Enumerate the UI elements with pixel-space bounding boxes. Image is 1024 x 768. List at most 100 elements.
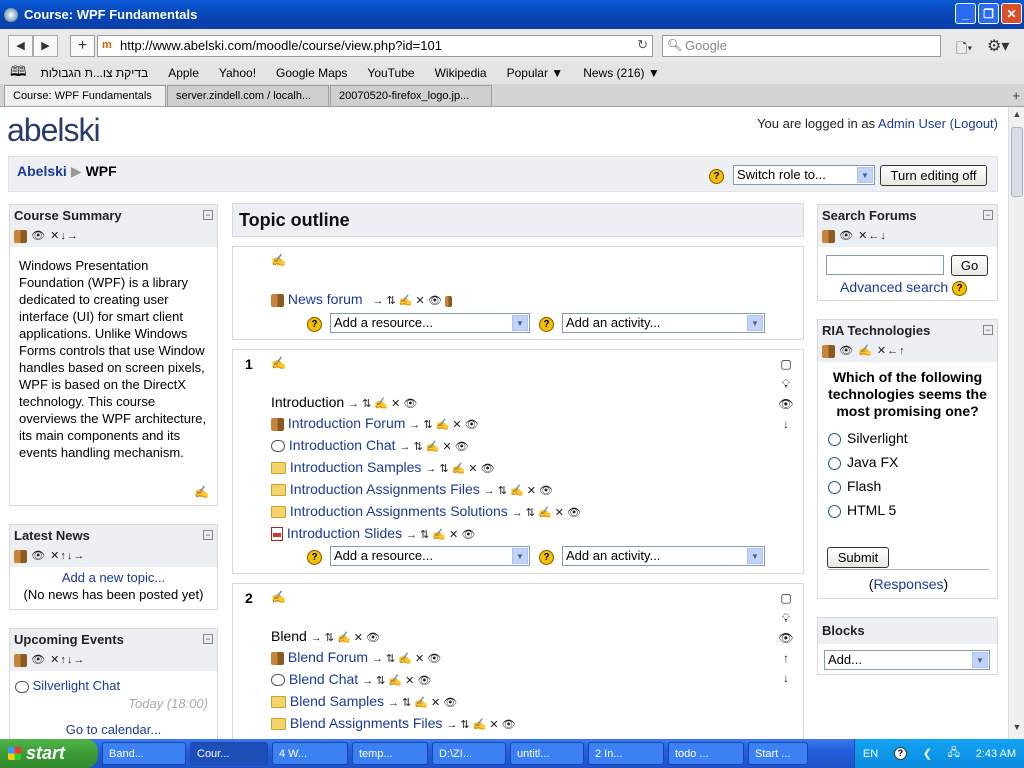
lightbulb-icon[interactable]: 💡︎: [777, 374, 795, 394]
resource-controls-icon[interactable]: → ⇅ ✍ ✕ 👁: [512, 506, 581, 519]
add-resource-select[interactable]: Add a resource... ▼: [330, 313, 530, 333]
activity-controls-icon[interactable]: → ⇅ ✍ ✕ 👁: [372, 652, 441, 665]
help-icon[interactable]: ?: [952, 280, 968, 296]
collapse-icon[interactable]: −: [983, 210, 993, 220]
restore-button[interactable]: ❐: [978, 3, 999, 24]
eye-icon[interactable]: 👁: [777, 394, 795, 414]
help-icon[interactable]: ?: [709, 169, 724, 184]
move-down-icon[interactable]: ↓: [777, 668, 795, 688]
resource-link[interactable]: Introduction Slides: [287, 525, 402, 541]
radio-icon[interactable]: [828, 432, 841, 446]
forum-search-input[interactable]: [826, 255, 944, 275]
gear-icon[interactable]: ⚙▾: [987, 36, 1009, 56]
help-icon[interactable]: ?: [539, 550, 554, 565]
poll-option[interactable]: Java FX: [828, 450, 997, 474]
new-tab-icon[interactable]: +: [1012, 88, 1020, 103]
bookmark-item[interactable]: בדיקת צו...ת הגבולות: [41, 66, 149, 80]
taskbar-item[interactable]: Cour...: [190, 742, 268, 765]
scroll-up-icon[interactable]: ▲: [1010, 109, 1024, 124]
edit-icon[interactable]: ✍: [194, 485, 209, 499]
collapse-icon[interactable]: −: [203, 530, 213, 540]
go-button[interactable]: Go: [951, 255, 988, 276]
move-down-icon[interactable]: ↓: [777, 414, 795, 434]
resource-link[interactable]: Introduction Samples: [290, 459, 422, 475]
help-tray-icon[interactable]: ?: [893, 747, 907, 760]
start-button[interactable]: start: [0, 739, 98, 768]
activity-link[interactable]: Introduction Chat: [289, 437, 396, 453]
collapse-icon[interactable]: −: [203, 210, 213, 220]
taskbar-item[interactable]: Start ...: [748, 742, 808, 765]
roles-icon[interactable]: [14, 229, 27, 243]
poll-option[interactable]: HTML 5: [828, 498, 997, 522]
bookmark-item[interactable]: Google Maps: [276, 66, 347, 80]
bookmark-item[interactable]: Yahoo!: [219, 66, 256, 80]
resource-link[interactable]: Introduction Assignments Solutions: [290, 503, 508, 519]
add-activity-select[interactable]: Add an activity... ▼: [562, 313, 765, 333]
resource-controls-icon[interactable]: → ⇅ ✍ ✕ 👁: [388, 696, 457, 709]
turn-editing-off-button[interactable]: Turn editing off: [880, 165, 987, 186]
resource-controls-icon[interactable]: → ⇅ ✍ ✕ 👁: [484, 484, 553, 497]
page-menu-icon[interactable]: 🗋▾: [956, 38, 972, 62]
taskbar-item[interactable]: untitl...: [510, 742, 584, 765]
language-indicator[interactable]: EN: [863, 748, 878, 760]
delete-icon[interactable]: ✕: [50, 230, 60, 242]
edit-summary-icon[interactable]: ✍: [271, 253, 286, 267]
activity-controls-icon[interactable]: → ⇅ ✍ ✕ 👁: [372, 294, 452, 307]
poll-option[interactable]: Flash: [828, 474, 997, 498]
scroll-thumb[interactable]: [1011, 127, 1023, 197]
roles-icon[interactable]: [14, 653, 27, 667]
activity-link[interactable]: Blend Chat: [289, 671, 358, 687]
label-controls-icon[interactable]: → ⇅ ✍ ✕ 👁: [311, 631, 380, 644]
tray-chevron-icon[interactable]: ❮: [923, 747, 932, 760]
move-left-icon[interactable]: ←: [868, 230, 880, 242]
site-logo[interactable]: abelski: [7, 112, 101, 149]
activity-controls-icon[interactable]: → ⇅ ✍ ✕ 👁: [362, 674, 431, 687]
bookmark-item[interactable]: YouTube: [367, 66, 414, 80]
clock[interactable]: 2:43 AM: [976, 748, 1016, 760]
minimize-button[interactable]: _: [955, 3, 976, 24]
eye-icon[interactable]: 👁: [777, 628, 795, 648]
lightbulb-icon[interactable]: 💡︎: [777, 608, 795, 628]
taskbar-item[interactable]: 4 W...: [272, 742, 348, 765]
responses-link[interactable]: Responses: [873, 576, 943, 592]
move-right-icon[interactable]: →: [73, 654, 85, 666]
eye-icon[interactable]: 👁: [31, 550, 46, 562]
help-icon[interactable]: ?: [307, 550, 322, 565]
add-resource-select[interactable]: Add a resource... ▼: [330, 546, 530, 566]
search-input[interactable]: 🔍︎ Google: [662, 35, 941, 57]
add-block-select[interactable]: Add... ▼: [824, 650, 990, 670]
move-down-icon[interactable]: ↓: [880, 230, 887, 242]
logout-link[interactable]: (Logout): [950, 116, 998, 131]
activity-controls-icon[interactable]: → ⇅ ✍ ✕ 👁: [409, 418, 478, 431]
move-up-icon[interactable]: ↑: [899, 345, 906, 357]
taskbar-item[interactable]: temp...: [352, 742, 428, 765]
help-icon[interactable]: ?: [539, 317, 554, 332]
vertical-scrollbar[interactable]: ▲ ▼: [1008, 107, 1024, 739]
eye-icon[interactable]: 👁: [839, 345, 854, 357]
delete-icon[interactable]: ✕: [877, 345, 887, 357]
help-icon[interactable]: ?: [307, 317, 322, 332]
url-bar[interactable]: m http://www.abelski.com/moodle/course/v…: [97, 35, 653, 57]
bookmark-item[interactable]: Wikipedia: [435, 66, 487, 80]
square-icon[interactable]: ▢: [777, 354, 795, 374]
activity-link[interactable]: Blend Forum: [288, 649, 368, 665]
reload-icon[interactable]: ↻: [637, 37, 648, 53]
eye-icon[interactable]: 👁: [31, 230, 46, 242]
radio-icon[interactable]: [828, 480, 841, 494]
tab-server[interactable]: server.zindell.com / localh...: [167, 85, 329, 106]
resource-controls-icon[interactable]: → ⇅ ✍ ✕ 👁: [446, 718, 515, 731]
resource-controls-icon[interactable]: → ⇅ ✍ ✕ 👁: [406, 528, 475, 541]
tab-course[interactable]: Course: WPF Fundamentals: [4, 85, 166, 106]
collapse-icon[interactable]: −: [203, 634, 213, 644]
resource-link[interactable]: Blend Samples: [290, 693, 384, 709]
back-button[interactable]: ◀: [8, 34, 33, 57]
radio-icon[interactable]: [828, 456, 841, 470]
bookmark-item[interactable]: Apple: [168, 66, 199, 80]
move-up-icon[interactable]: ↑: [777, 648, 795, 668]
resource-controls-icon[interactable]: → ⇅ ✍ ✕ 👁: [425, 462, 494, 475]
advanced-search-link[interactable]: Advanced search: [840, 279, 948, 295]
taskbar-item[interactable]: D:\ZI...: [432, 742, 506, 765]
close-button[interactable]: ✕: [1001, 3, 1022, 24]
collapse-icon[interactable]: −: [983, 325, 993, 335]
move-right-icon[interactable]: →: [67, 230, 79, 242]
